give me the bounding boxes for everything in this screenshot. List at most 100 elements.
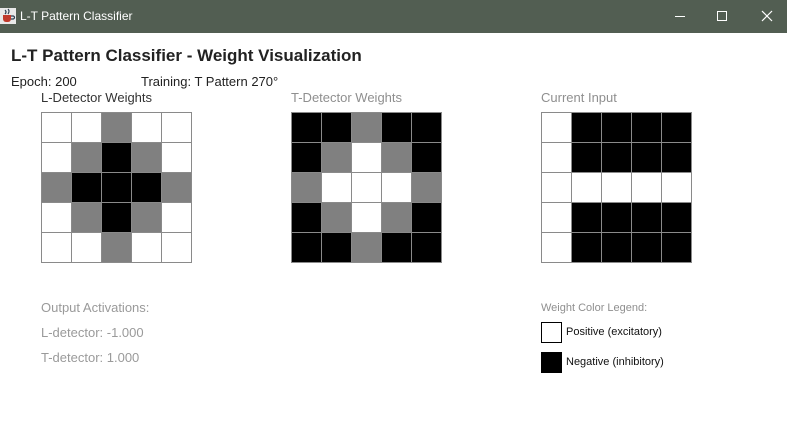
grid-cell: [602, 113, 632, 143]
window-title: L-T Pattern Classifier: [20, 9, 133, 23]
grid-cell: [542, 233, 572, 263]
grid-cell: [412, 143, 442, 173]
l-detector-activation: L-detector: -1.000: [41, 325, 144, 340]
grid-cell: [352, 233, 382, 263]
grid-cell: [322, 173, 352, 203]
t-detector-weights-label: T-Detector Weights: [291, 90, 403, 105]
grid-cell: [322, 113, 352, 143]
grid-cell: [292, 113, 322, 143]
epoch-label: Epoch: 200: [11, 74, 77, 89]
grid-cell: [162, 233, 192, 263]
grid-cell: [292, 203, 322, 233]
grid-cell: [632, 113, 662, 143]
grid-cell: [572, 143, 602, 173]
maximize-icon: [717, 11, 727, 21]
grid-cell: [382, 173, 412, 203]
grid-cell: [382, 203, 412, 233]
grid-cell: [662, 173, 692, 203]
grid-cell: [72, 113, 102, 143]
t-detector-activation: T-detector: 1.000: [41, 350, 140, 365]
current-input-grid: [541, 112, 692, 263]
grid-cell: [162, 143, 192, 173]
l-detector-weight-grid: [41, 112, 192, 263]
grid-cell: [662, 203, 692, 233]
l-detector-weights-label: L-Detector Weights: [41, 90, 153, 105]
grid-cell: [132, 203, 162, 233]
grid-cell: [352, 173, 382, 203]
grid-cell: [352, 113, 382, 143]
grid-cell: [102, 233, 132, 263]
grid-cell: [572, 113, 602, 143]
grid-cell: [42, 233, 72, 263]
grid-cell: [602, 233, 632, 263]
grid-cell: [572, 203, 602, 233]
grid-cell: [412, 233, 442, 263]
grid-cell: [162, 173, 192, 203]
grid-cell: [322, 203, 352, 233]
grid-cell: [72, 203, 102, 233]
grid-cell: [572, 173, 602, 203]
grid-cell: [42, 203, 72, 233]
grid-cell: [42, 113, 72, 143]
positive-weight-swatch: [541, 322, 562, 343]
grid-cell: [322, 143, 352, 173]
minimize-button[interactable]: [657, 0, 703, 33]
grid-cell: [542, 203, 572, 233]
minimize-icon: [675, 16, 685, 17]
grid-cell: [632, 143, 662, 173]
grid-cell: [42, 143, 72, 173]
current-input-label: Current Input: [541, 90, 617, 105]
grid-cell: [542, 113, 572, 143]
close-button[interactable]: [744, 0, 787, 33]
grid-cell: [412, 113, 442, 143]
positive-weight-label: Positive (excitatory): [566, 326, 662, 338]
training-label: Training: T Pattern 270°: [141, 74, 279, 89]
grid-cell: [632, 173, 662, 203]
grid-cell: [602, 203, 632, 233]
grid-cell: [542, 173, 572, 203]
grid-cell: [382, 233, 412, 263]
grid-cell: [602, 173, 632, 203]
weight-legend-heading: Weight Color Legend:: [541, 302, 648, 314]
t-detector-weight-grid: [291, 112, 442, 263]
maximize-button[interactable]: [699, 0, 745, 33]
grid-cell: [292, 143, 322, 173]
grid-cell: [292, 173, 322, 203]
grid-cell: [352, 203, 382, 233]
output-activations-heading: Output Activations:: [41, 300, 150, 315]
grid-cell: [292, 233, 322, 263]
grid-cell: [162, 203, 192, 233]
grid-cell: [132, 113, 162, 143]
close-icon: [761, 10, 773, 22]
grid-cell: [412, 173, 442, 203]
grid-cell: [132, 233, 162, 263]
grid-cell: [322, 233, 352, 263]
grid-cell: [352, 143, 382, 173]
grid-cell: [102, 143, 132, 173]
grid-cell: [72, 233, 102, 263]
grid-cell: [102, 203, 132, 233]
grid-cell: [72, 143, 102, 173]
grid-cell: [382, 113, 412, 143]
grid-cell: [102, 113, 132, 143]
window-titlebar[interactable]: L-T Pattern Classifier: [0, 0, 787, 33]
negative-weight-label: Negative (inhibitory): [566, 356, 664, 368]
grid-cell: [132, 173, 162, 203]
grid-cell: [662, 143, 692, 173]
grid-cell: [542, 143, 572, 173]
grid-cell: [162, 113, 192, 143]
grid-cell: [102, 173, 132, 203]
negative-weight-swatch: [541, 352, 562, 373]
grid-cell: [412, 203, 442, 233]
grid-cell: [72, 173, 102, 203]
grid-cell: [572, 233, 602, 263]
grid-cell: [662, 113, 692, 143]
grid-cell: [382, 143, 412, 173]
java-coffee-cup-icon: [0, 8, 16, 24]
grid-cell: [632, 203, 662, 233]
grid-cell: [632, 233, 662, 263]
grid-cell: [132, 143, 162, 173]
grid-cell: [602, 143, 632, 173]
page-title: L-T Pattern Classifier - Weight Visualiz…: [11, 46, 362, 65]
grid-cell: [42, 173, 72, 203]
